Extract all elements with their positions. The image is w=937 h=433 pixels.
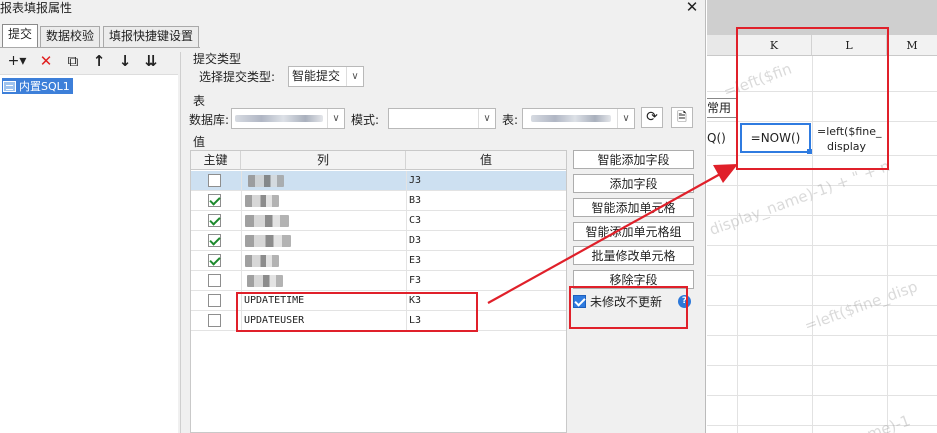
- annotation-arrow: [487, 164, 738, 304]
- arrow-line: [487, 172, 723, 304]
- arrow-head: [713, 164, 738, 183]
